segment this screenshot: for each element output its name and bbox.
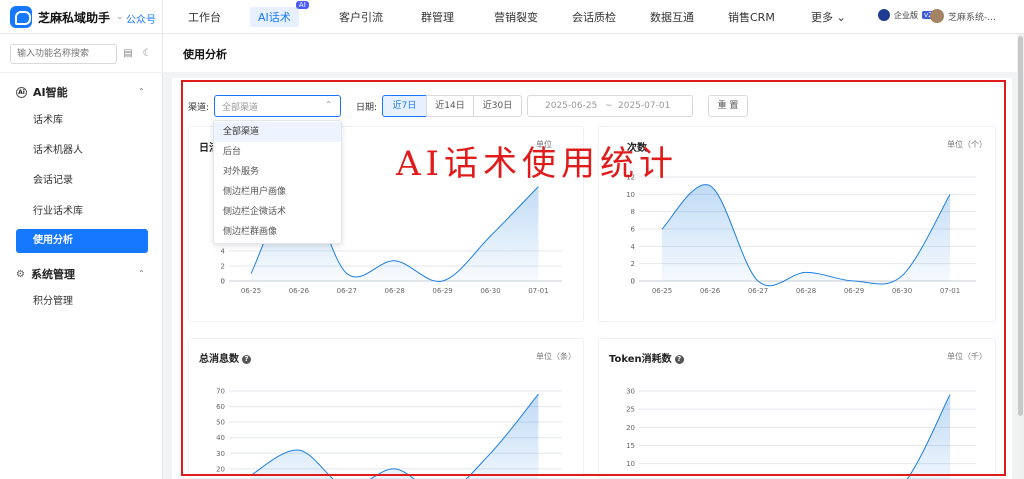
channel-dropdown-menu: 全部渠道 后台 对外服务 侧边栏用户画像 侧边栏企微话术 侧边栏群画像 [213, 120, 342, 244]
y-tick-label: 20 [626, 424, 635, 432]
series-area [907, 394, 950, 479]
series-line [906, 394, 951, 479]
y-tick-label: 30 [626, 388, 635, 396]
y-tick-label: 15 [626, 442, 635, 450]
dropdown-option[interactable]: 侧边栏用户画像 [214, 182, 341, 202]
annotation-title: AI话术使用统计 [396, 144, 678, 184]
page-scrollbar[interactable] [1017, 34, 1024, 479]
dropdown-option[interactable]: 后台 [214, 142, 341, 162]
dropdown-option[interactable]: 对外服务 [214, 162, 341, 182]
scrollbar-thumb[interactable] [1018, 36, 1023, 416]
dropdown-option[interactable]: 侧边栏群画像 [214, 222, 341, 242]
dropdown-option[interactable]: 全部渠道 [214, 122, 341, 142]
y-tick-label: 10 [626, 460, 635, 468]
chart-token-usage: 10 15 20 25 30 [626, 388, 976, 479]
y-tick-label: 25 [626, 406, 635, 414]
dropdown-option[interactable]: 侧边栏企微话术 [214, 202, 341, 222]
